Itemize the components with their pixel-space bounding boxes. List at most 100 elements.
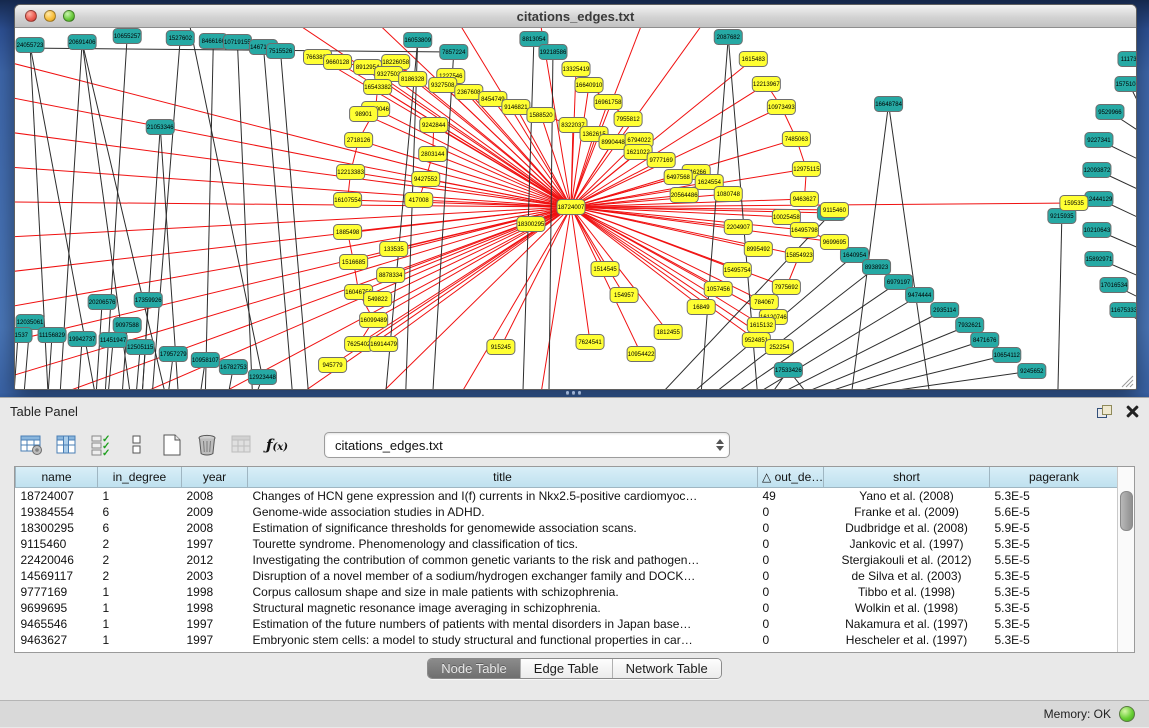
- graph-node[interactable]: 9146821: [502, 100, 530, 115]
- graph-node[interactable]: 9097588: [113, 318, 141, 333]
- graph-node[interactable]: 10655257: [113, 29, 141, 44]
- table-cell[interactable]: 1: [98, 488, 182, 505]
- graph-node[interactable]: 98901: [350, 107, 378, 122]
- window-titlebar[interactable]: citations_edges.txt: [15, 5, 1136, 28]
- table-cell[interactable]: 1: [98, 616, 182, 632]
- table-cell[interactable]: 0: [758, 536, 824, 552]
- graph-node[interactable]: 16914479: [370, 337, 398, 352]
- table-row[interactable]: 1456911722003Disruption of a novel membe…: [16, 568, 1119, 584]
- table-cell[interactable]: 1997: [182, 632, 248, 648]
- table-cell[interactable]: Tibbo et al. (1998): [824, 584, 990, 600]
- graph-node[interactable]: 9245652: [1018, 364, 1046, 379]
- table-cell[interactable]: 6: [98, 520, 182, 536]
- table-cell[interactable]: 2009: [182, 504, 248, 520]
- table-cell[interactable]: 5.5E-5: [990, 552, 1119, 568]
- graph-node[interactable]: 391537: [15, 328, 32, 343]
- graph-node[interactable]: 133535: [380, 242, 408, 257]
- graph-node[interactable]: 7515526: [266, 44, 294, 59]
- table-scrollbar-thumb[interactable]: [1120, 491, 1133, 531]
- column-header-2[interactable]: year: [182, 467, 248, 488]
- delete-table-icon[interactable]: [193, 432, 221, 458]
- table-cell[interactable]: 5.3E-5: [990, 568, 1119, 584]
- tab-edge-table[interactable]: Edge Table: [521, 659, 613, 678]
- graph-node[interactable]: 17957279: [159, 347, 187, 362]
- row-height-icon[interactable]: [123, 432, 151, 458]
- graph-node[interactable]: 8938923: [863, 260, 891, 275]
- graph-node[interactable]: 10210643: [1083, 223, 1111, 238]
- table-scrollbar[interactable]: [1117, 467, 1134, 652]
- select-rows-icon[interactable]: ✓✓✓: [88, 432, 116, 458]
- graph-node[interactable]: 12923448: [248, 370, 276, 385]
- table-cell[interactable]: Nakamura et al. (1997): [824, 616, 990, 632]
- graph-node[interactable]: 19942737: [68, 332, 96, 347]
- table-cell[interactable]: 2003: [182, 568, 248, 584]
- graph-node[interactable]: 1588520: [527, 108, 555, 123]
- table-cell[interactable]: 18724007: [16, 488, 98, 505]
- column-header-5[interactable]: short: [824, 467, 990, 488]
- table-cell[interactable]: 49: [758, 488, 824, 505]
- column-header-6[interactable]: pagerank: [990, 467, 1119, 488]
- graph-node[interactable]: 1615483: [739, 52, 767, 67]
- graph-node[interactable]: 9327508: [429, 78, 457, 93]
- table-cell[interactable]: Stergiakouli et al. (2012): [824, 552, 990, 568]
- graph-node[interactable]: 16782753: [219, 360, 247, 375]
- table-cell[interactable]: Dudbridge et al. (2008): [824, 520, 990, 536]
- graph-node[interactable]: 12975115: [792, 162, 820, 177]
- graph-node[interactable]: 18300295: [517, 217, 545, 232]
- graph-node[interactable]: 9699695: [820, 235, 848, 250]
- graph-node[interactable]: 16648784: [875, 97, 903, 112]
- table-cell[interactable]: 0: [758, 552, 824, 568]
- table-cell[interactable]: 0: [758, 616, 824, 632]
- graph-node[interactable]: 15892971: [1085, 252, 1113, 267]
- graph-node[interactable]: 9529966: [1096, 105, 1124, 120]
- table-cell[interactable]: 0: [758, 584, 824, 600]
- table-cell[interactable]: Embryonic stem cells: a model to study s…: [248, 632, 758, 648]
- table-cell[interactable]: 5.9E-5: [990, 520, 1119, 536]
- graph-node[interactable]: 2087682: [714, 30, 742, 45]
- table-row[interactable]: 911546021997Tourette syndrome. Phenomeno…: [16, 536, 1119, 552]
- table-row[interactable]: 946362711997Embryonic stem cells: a mode…: [16, 632, 1119, 648]
- table-cell[interactable]: 2008: [182, 488, 248, 505]
- table-cell[interactable]: 1998: [182, 584, 248, 600]
- table-cell[interactable]: 1: [98, 600, 182, 616]
- table-cell[interactable]: 2012: [182, 552, 248, 568]
- table-cell[interactable]: 18300295: [16, 520, 98, 536]
- float-panel-icon[interactable]: [1097, 405, 1112, 418]
- graph-node[interactable]: 2935114: [931, 303, 959, 318]
- column-header-4[interactable]: △ out_de…: [758, 467, 824, 488]
- graph-node[interactable]: 12505115: [126, 340, 154, 355]
- column-header-0[interactable]: name: [16, 467, 98, 488]
- graph-node[interactable]: 16495798: [790, 223, 818, 238]
- table-cell[interactable]: 5.6E-5: [990, 504, 1119, 520]
- tab-network-table[interactable]: Network Table: [613, 659, 721, 678]
- graph-node[interactable]: 7955812: [614, 112, 642, 127]
- graph-node[interactable]: 8471676: [971, 333, 999, 348]
- table-cell[interactable]: 1997: [182, 536, 248, 552]
- graph-node[interactable]: 1812455: [654, 325, 682, 340]
- table-cell[interactable]: 14569117: [16, 568, 98, 584]
- graph-node[interactable]: 13325419: [562, 62, 590, 77]
- table-cell[interactable]: Hescheler et al. (1997): [824, 632, 990, 648]
- table-cell[interactable]: 2: [98, 568, 182, 584]
- graph-node[interactable]: 2718126: [345, 133, 373, 148]
- graph-node[interactable]: 1514545: [591, 262, 619, 277]
- close-window-icon[interactable]: [25, 10, 37, 22]
- graph-node[interactable]: 1527602: [166, 31, 194, 46]
- graph-node[interactable]: 7485063: [782, 132, 810, 147]
- graph-node[interactable]: 2803144: [419, 147, 447, 162]
- graph-node[interactable]: 9115460: [820, 203, 848, 218]
- column-header-1[interactable]: in_degree: [98, 467, 182, 488]
- graph-node[interactable]: 19218586: [539, 45, 567, 60]
- graph-node[interactable]: 9474444: [906, 288, 934, 303]
- graph-node[interactable]: 17533426: [774, 363, 802, 378]
- table-cell[interactable]: Estimation of significance thresholds fo…: [248, 520, 758, 536]
- table-cell[interactable]: Tourette syndrome. Phenomenology and cla…: [248, 536, 758, 552]
- table-cell[interactable]: 0: [758, 520, 824, 536]
- table-row[interactable]: 2242004622012Investigating the contribut…: [16, 552, 1119, 568]
- new-table-icon[interactable]: [158, 432, 186, 458]
- graph-node[interactable]: 16640910: [575, 78, 603, 93]
- table-cell[interactable]: Franke et al. (2009): [824, 504, 990, 520]
- graph-node[interactable]: 6497568: [664, 170, 692, 185]
- table-cell[interactable]: Changes of HCN gene expression and I(f) …: [248, 488, 758, 505]
- graph-node[interactable]: 9227341: [1085, 133, 1113, 148]
